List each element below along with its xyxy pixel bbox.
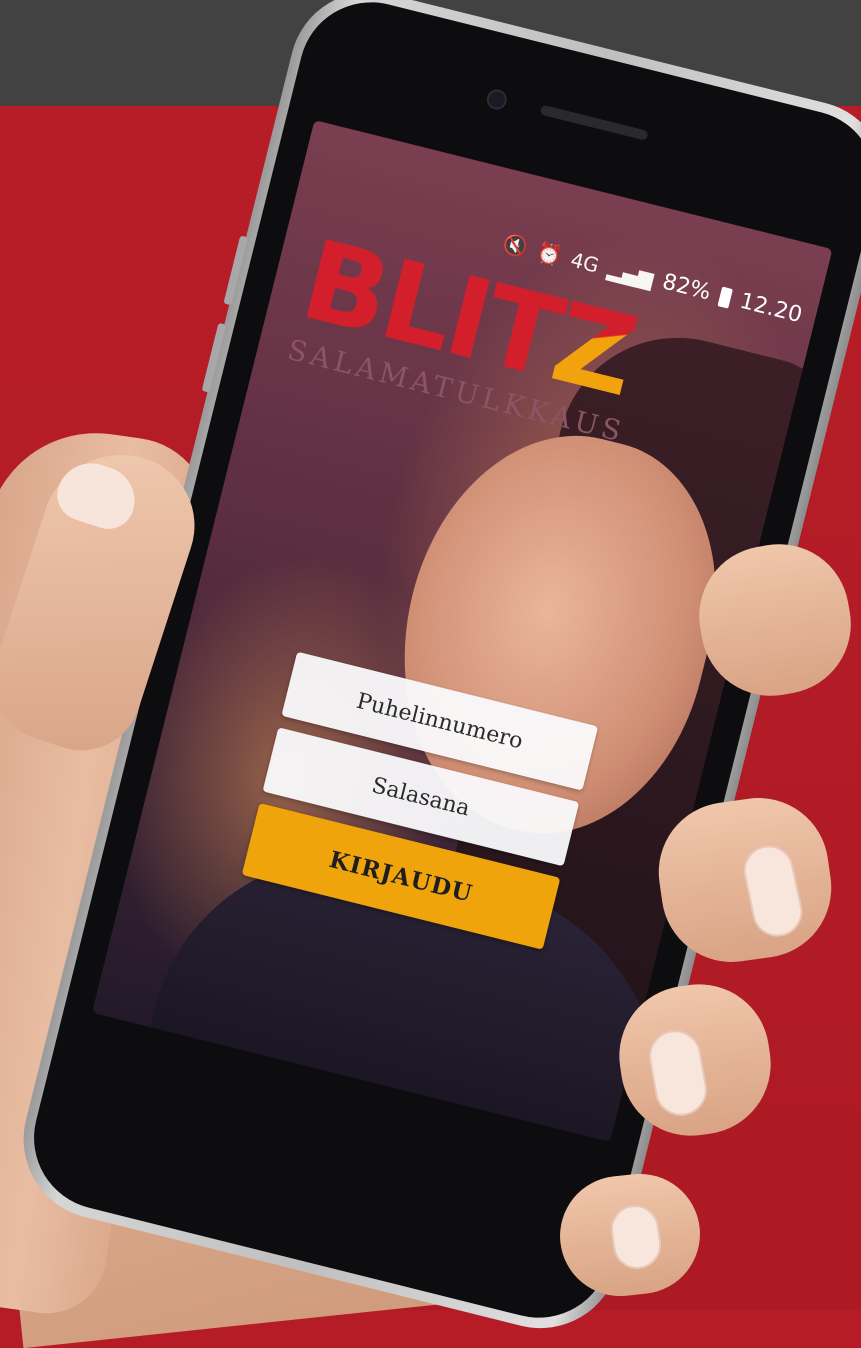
battery-percent: 82% (659, 269, 714, 306)
network-type: 4G (568, 247, 602, 278)
signal-icon: ▂▄▆ (605, 256, 657, 291)
front-camera-icon (484, 87, 509, 112)
mute-icon: 🔇 (500, 230, 531, 260)
battery-icon (717, 286, 734, 309)
earpiece (539, 104, 649, 141)
alarm-icon: ⏰ (534, 238, 565, 268)
clock: 12.20 (737, 288, 805, 329)
